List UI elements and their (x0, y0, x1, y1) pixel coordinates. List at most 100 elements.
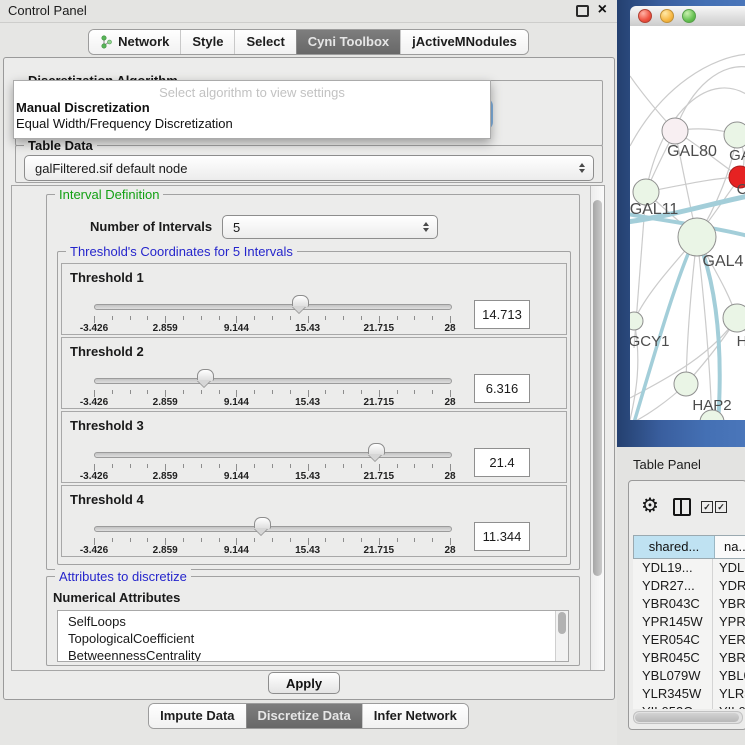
cell-shared-name: YLR345W (633, 685, 713, 703)
column-selector-icon[interactable] (673, 498, 691, 516)
numerical-attributes-list[interactable]: SelfLoopsTopologicalCoefficientBetweenne… (57, 610, 569, 662)
top-tab-bar: NetworkStyleSelectCyni ToolboxjActiveMNo… (0, 29, 617, 55)
menu-item-manual-discretization[interactable]: Manual Discretization (14, 100, 490, 116)
table-row[interactable]: YBR045CYBR0 (633, 649, 745, 667)
network-edge[interactable] (675, 67, 745, 131)
cell-shared-name: YBR043C (633, 595, 713, 613)
slider-track[interactable] (94, 526, 452, 532)
node-label: HAP2 (692, 397, 731, 414)
network-node[interactable] (674, 372, 698, 396)
table-row[interactable]: YDR27...YDR2 (633, 577, 745, 595)
tick-mark (219, 316, 220, 320)
attribute-item[interactable]: TopologicalCoefficient (68, 630, 568, 647)
tick-mark (308, 538, 309, 545)
attribute-item[interactable]: SelfLoops (68, 613, 568, 630)
tick-mark (272, 316, 273, 320)
column-header-name[interactable]: na... (715, 536, 745, 558)
threshold-value-field[interactable]: 21.4 (474, 448, 530, 477)
minimize-traffic-light-icon[interactable] (660, 9, 674, 23)
slider-thumb[interactable] (197, 369, 214, 381)
tab-label: Impute Data (160, 704, 234, 728)
network-canvas[interactable]: GAL80GACGAL11GAL4GCY1HHAP2 (630, 26, 745, 420)
table-row[interactable]: YIL052CYIL0 (633, 703, 745, 709)
table-row[interactable]: YPR145WYPR1 (633, 613, 745, 631)
tick-mark (147, 538, 148, 542)
threshold-value-field[interactable]: 6.316 (474, 374, 530, 403)
threshold-label: Threshold 1 (70, 270, 144, 285)
list-scrollbar[interactable] (555, 611, 568, 661)
table-row[interactable]: YER054CYER0 (633, 631, 745, 649)
column-header-shared-name[interactable]: shared... (634, 536, 715, 558)
tick-mark (165, 390, 166, 397)
tick-label: 2.859 (153, 397, 178, 408)
tick-label: 21.715 (364, 545, 395, 556)
network-node[interactable] (662, 118, 688, 144)
table-panel-title: Table Panel (633, 457, 701, 472)
table-row[interactable]: YBR043CYBR0 (633, 595, 745, 613)
tab-label: Infer Network (374, 704, 457, 728)
cell-shared-name: YBR045C (633, 649, 713, 667)
tick-mark (379, 390, 380, 397)
tick-mark (183, 316, 184, 320)
slider-track[interactable] (94, 304, 452, 310)
tick-mark (94, 464, 95, 471)
network-node[interactable] (678, 218, 716, 256)
zoom-traffic-light-icon[interactable] (682, 9, 696, 23)
table-row[interactable]: YDL19...YDL1 (633, 559, 745, 577)
slider-thumb[interactable] (368, 443, 385, 455)
tab-network[interactable]: Network (89, 30, 180, 54)
tick-label: 21.715 (364, 397, 395, 408)
slider-thumb[interactable] (254, 517, 271, 529)
tick-mark (165, 316, 166, 323)
tick-mark (147, 464, 148, 468)
tick-label: 15.43 (295, 545, 320, 556)
tick-mark (361, 316, 362, 320)
network-node[interactable] (723, 304, 745, 332)
tick-label: 2.859 (153, 545, 178, 556)
threshold-panel: Threshold 1-3.4262.8599.14415.4321.71528… (61, 263, 567, 335)
tick-mark (94, 316, 95, 323)
apply-button[interactable]: Apply (268, 672, 340, 694)
spinner-arrows-icon[interactable] (423, 222, 429, 232)
horizontal-scrollbar[interactable] (633, 711, 743, 724)
threshold-value-field[interactable]: 14.713 (474, 300, 530, 329)
slider-track[interactable] (94, 452, 452, 458)
tick-mark (236, 390, 237, 397)
spinner-arrows-icon[interactable] (579, 163, 585, 173)
tick-mark (379, 538, 380, 545)
tick-label: 2.859 (153, 323, 178, 334)
tick-mark (272, 390, 273, 394)
tab-jactivemnodules[interactable]: jActiveMNodules (400, 30, 528, 54)
tab-impute-data[interactable]: Impute Data (149, 704, 245, 728)
close-traffic-light-icon[interactable] (638, 9, 652, 23)
table-row[interactable]: YBL079WYBL0 (633, 667, 745, 685)
table-row[interactable]: YLR345WYLR3 (633, 685, 745, 703)
network-node[interactable] (724, 122, 745, 148)
table-data-combobox[interactable]: galFiltered.sif default node (24, 155, 594, 181)
tab-select[interactable]: Select (234, 30, 295, 54)
panel-title: Control Panel (8, 3, 87, 18)
menu-item-equal-width-frequency[interactable]: Equal Width/Frequency Discretization (14, 116, 490, 132)
tick-mark (432, 390, 433, 394)
number-of-intervals-combobox[interactable]: 5 (222, 215, 438, 239)
tick-mark (112, 464, 113, 468)
float-window-icon[interactable] (576, 5, 589, 17)
tab-label: Discretize Data (258, 704, 351, 728)
attribute-item[interactable]: BetweennessCentrality (68, 647, 568, 662)
settings-gear-icon[interactable]: ⚙ (641, 493, 659, 518)
threshold-value-field[interactable]: 11.344 (474, 522, 530, 551)
slider-thumb[interactable] (292, 295, 309, 307)
tab-style[interactable]: Style (180, 30, 234, 54)
checkbox-icon[interactable]: ✓ (715, 501, 727, 513)
network-node[interactable] (630, 312, 643, 330)
checkbox-icon[interactable]: ✓ (701, 501, 713, 513)
tab-infer-network[interactable]: Infer Network (362, 704, 468, 728)
slider-track[interactable] (94, 378, 452, 384)
node-label: GAL80 (667, 143, 717, 160)
tab-discretize-data[interactable]: Discretize Data (246, 704, 362, 728)
close-icon[interactable]: × (598, 2, 607, 18)
tick-mark (130, 316, 131, 320)
vertical-scrollbar[interactable] (590, 186, 604, 670)
node-label: H (737, 333, 745, 350)
tab-cyni-toolbox[interactable]: Cyni Toolbox (296, 30, 400, 54)
